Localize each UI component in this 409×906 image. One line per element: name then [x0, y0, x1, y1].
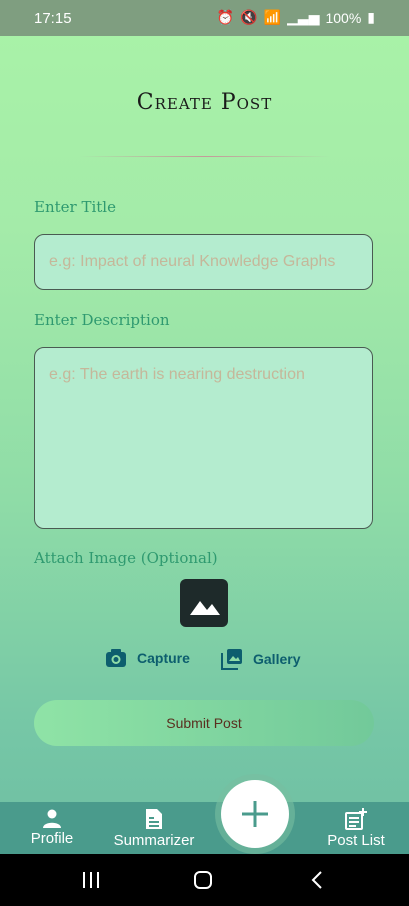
bottom-nav: Profile Summarizer Post List: [0, 802, 409, 854]
mute-icon: 🔇: [240, 9, 258, 25]
alarm-icon: ⏰: [216, 9, 235, 25]
image-label: Attach Image (Optional): [34, 549, 218, 567]
status-bar: 17:15 ⏰ 🔇 📶 ▁▃▅ 100% ▮: [0, 0, 409, 36]
document-icon: [146, 809, 162, 829]
nav-item-post-list[interactable]: Post List: [322, 808, 390, 849]
signal-icon: ▁▃▅: [287, 9, 320, 25]
wifi-icon: 📶: [263, 9, 282, 25]
page-title: Create Post: [136, 90, 273, 115]
submit-post-button[interactable]: Submit Post: [34, 700, 374, 746]
screen: 17:15 ⏰ 🔇 📶 ▁▃▅ 100% ▮ Create Post Enter…: [0, 0, 409, 906]
status-time: 17:15: [34, 10, 72, 27]
system-nav-bar: [0, 854, 409, 906]
recent-apps-icon[interactable]: [82, 872, 100, 888]
nav-item-summarizer[interactable]: Summarizer: [110, 808, 198, 849]
create-post-fab[interactable]: [221, 780, 289, 848]
nav-label-profile: Profile: [30, 830, 74, 847]
title-placeholder: e.g: Impact of neural Knowledge Graphs: [49, 253, 336, 270]
gallery-label: Gallery: [253, 651, 301, 667]
battery-text: 100%: [325, 9, 362, 26]
image-placeholder-icon: [180, 579, 228, 627]
title-divider: [80, 156, 330, 157]
capture-label: Capture: [137, 650, 190, 666]
battery-icon: ▮: [367, 9, 375, 25]
gallery-button[interactable]: Gallery: [221, 648, 300, 670]
description-input[interactable]: e.g: The earth is nearing destruction: [34, 347, 373, 529]
camera-icon: [106, 649, 126, 667]
status-icons: ⏰ 🔇 📶 ▁▃▅ 100% ▮: [217, 9, 375, 26]
nav-label-summarizer: Summarizer: [113, 832, 195, 849]
nav-label-post-list: Post List: [327, 832, 385, 849]
post-list-icon: [345, 808, 367, 830]
person-icon: [43, 809, 61, 828]
description-placeholder: e.g: The earth is nearing destruction: [49, 366, 305, 383]
title-label: Enter Title: [34, 198, 116, 216]
nav-item-profile[interactable]: Profile: [22, 808, 82, 847]
gallery-icon: [221, 649, 242, 670]
title-input[interactable]: e.g: Impact of neural Knowledge Graphs: [34, 234, 373, 290]
home-icon[interactable]: [194, 871, 212, 889]
submit-post-label: Submit Post: [166, 715, 242, 731]
plus-icon: [242, 801, 268, 827]
back-icon[interactable]: [310, 871, 324, 889]
description-label: Enter Description: [34, 311, 170, 329]
capture-button[interactable]: Capture: [105, 648, 190, 668]
